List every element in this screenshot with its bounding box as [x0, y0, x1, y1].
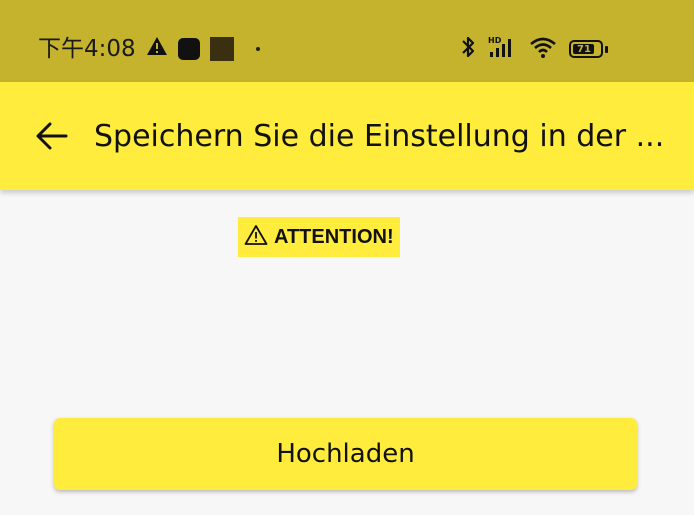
battery-icon: 71 [569, 40, 608, 58]
svg-text:HD: HD [488, 36, 502, 45]
battery-level: 71 [577, 43, 591, 55]
warning-triangle-icon [244, 224, 268, 250]
status-bar: 下午4:08 HD 71 [0, 0, 694, 82]
status-bar-left: 下午4:08 [38, 34, 260, 64]
warning-icon [146, 34, 168, 64]
status-time: 下午4:08 [38, 36, 136, 62]
attention-badge: ATTENTION! [238, 217, 400, 257]
app-bar: Speichern Sie die Einstellung in der ... [0, 82, 694, 190]
upload-button[interactable]: Hochladen [54, 418, 637, 490]
bluetooth-icon [461, 35, 475, 63]
arrow-left-icon [36, 122, 68, 150]
attention-label: ATTENTION! [274, 225, 394, 248]
page-title: Speichern Sie die Einstellung in der ... [94, 119, 665, 154]
status-bar-right: HD 71 [461, 34, 608, 64]
notification-icon [209, 37, 234, 61]
hd-signal-icon: HD [487, 35, 517, 63]
notification-icon [177, 38, 200, 60]
wifi-icon [529, 35, 557, 63]
back-button[interactable] [28, 112, 76, 160]
dot-icon [255, 47, 260, 51]
